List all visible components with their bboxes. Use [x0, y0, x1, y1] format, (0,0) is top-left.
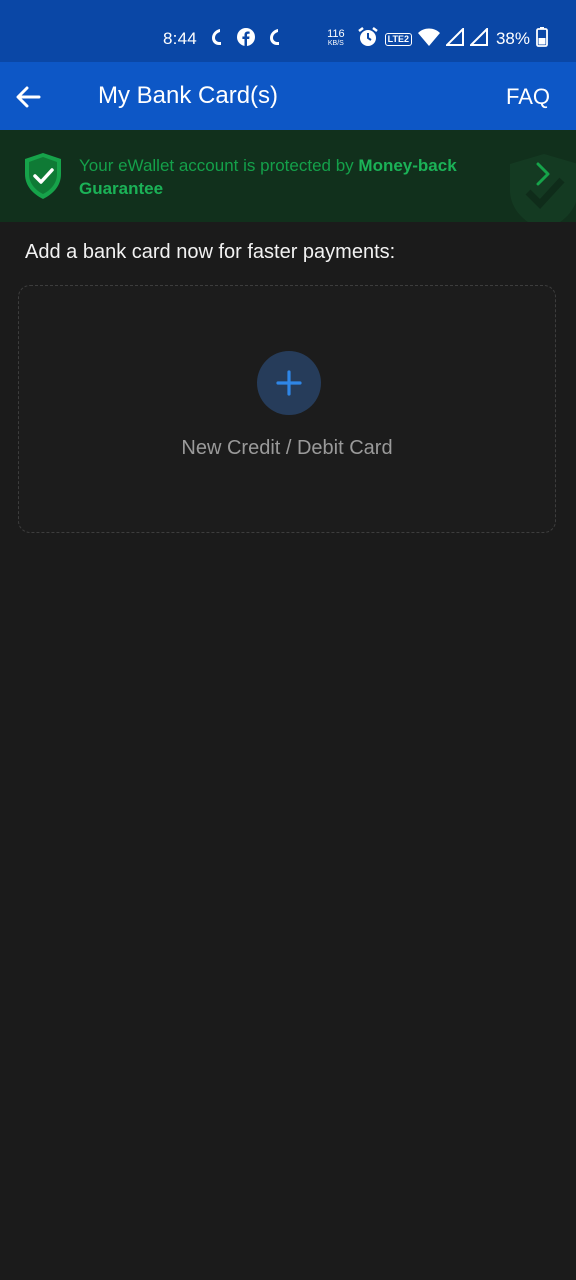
shield-check-icon [23, 152, 63, 205]
status-time: 8:44 [163, 29, 197, 48]
battery-icon [536, 26, 548, 52]
money-back-guarantee-banner[interactable]: Your eWallet account is protected by Mon… [0, 130, 576, 222]
back-button[interactable] [10, 79, 46, 115]
facebook-icon [236, 27, 255, 51]
page-title: My Bank Card(s) [98, 82, 279, 109]
alarm-icon [357, 26, 379, 53]
banner-text-normal: Your eWallet account is protected by [79, 156, 359, 175]
banner-text: Your eWallet account is protected by Mon… [79, 154, 459, 200]
signal-icon-2 [468, 26, 488, 51]
network-speed-unit: KB/S [327, 40, 344, 47]
status-left-group: 8:44 [163, 26, 283, 52]
app-notification-icon [209, 28, 225, 51]
status-right-group: 116 KB/S LTE2 38% [327, 26, 548, 52]
battery-percent: 38% [495, 29, 530, 48]
back-arrow-icon [16, 86, 41, 108]
volte-badge: LTE2 [384, 32, 412, 46]
add-card-label: New Credit / Debit Card [181, 437, 393, 459]
faq-button[interactable]: FAQ [506, 84, 550, 110]
add-card-button[interactable]: New Credit / Debit Card [18, 285, 556, 533]
network-speed: 116 KB/S [327, 28, 345, 48]
signal-icon-1 [444, 26, 464, 51]
chevron-right-icon [536, 162, 550, 191]
plus-icon [257, 351, 321, 415]
network-speed-value: 116 [327, 28, 345, 40]
status-bar: 8:44 116 KB/S LTE2 38% [0, 0, 576, 62]
wifi-icon [417, 28, 440, 51]
app-notification-icon-2 [267, 28, 283, 51]
app-bar: My Bank Card(s) FAQ [0, 62, 576, 130]
section-heading: Add a bank card now for faster payments: [25, 241, 396, 263]
